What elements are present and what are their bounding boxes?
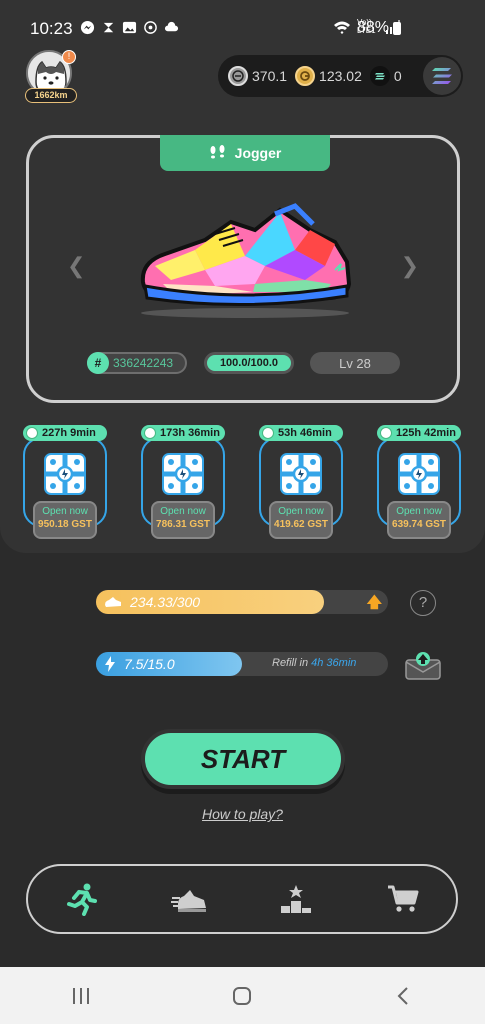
status-notification-icons bbox=[80, 20, 179, 35]
gst-icon bbox=[295, 66, 316, 86]
durability-pill: 100.0/100.0 bbox=[204, 352, 294, 374]
sol-amount: 0 bbox=[393, 68, 402, 84]
open-now-label: Open now bbox=[160, 506, 206, 517]
sneaker-small-icon bbox=[105, 597, 121, 607]
bottom-nav bbox=[26, 864, 458, 934]
clock-icon bbox=[144, 427, 156, 439]
solana-wallet-button[interactable] bbox=[423, 57, 461, 95]
gmt-balance: 370.1 bbox=[228, 66, 287, 86]
mystery-box-icon bbox=[162, 453, 204, 495]
box-timer-label: 173h 36min bbox=[160, 427, 220, 439]
notification-badge: ! bbox=[62, 50, 76, 64]
open-price: 639.74 GST bbox=[392, 519, 446, 530]
mystery-box-4[interactable]: 125h 42min Open now 639.74 GST bbox=[377, 425, 463, 541]
sneaker-type-label: Jogger bbox=[234, 145, 282, 161]
open-now-button[interactable]: Open now 950.18 GST bbox=[33, 501, 97, 539]
refill-time: 4h 36min bbox=[311, 657, 357, 669]
hash-icon: # bbox=[87, 352, 109, 374]
battery-icon bbox=[393, 22, 401, 35]
gallery-icon bbox=[122, 21, 137, 34]
open-price: 419.62 GST bbox=[274, 519, 328, 530]
start-button[interactable]: START bbox=[141, 729, 345, 789]
clock-icon bbox=[26, 427, 38, 439]
solana-icon bbox=[432, 68, 452, 84]
battery-percent: 88% bbox=[356, 19, 389, 36]
open-now-button[interactable]: Open now 639.74 GST bbox=[387, 501, 451, 539]
messenger-icon bbox=[80, 20, 95, 35]
upgrade-arrow-icon[interactable]: 🡅 bbox=[367, 592, 382, 617]
box-timer-label: 53h 46min bbox=[278, 427, 332, 439]
mystery-box-icon bbox=[280, 453, 322, 495]
sneaker-image bbox=[140, 203, 352, 307]
stamina-bar: 7.5/15.0 Refill in 4h 36min bbox=[96, 652, 388, 676]
settings-icon bbox=[144, 21, 157, 34]
box-timer-label: 125h 42min bbox=[396, 427, 456, 439]
recent-apps-icon[interactable] bbox=[61, 986, 101, 1006]
refill-label: Refill in bbox=[272, 657, 309, 669]
home-icon[interactable] bbox=[222, 986, 262, 1006]
open-now-button[interactable]: Open now 786.31 GST bbox=[151, 501, 215, 539]
box-timer: 227h 9min bbox=[23, 425, 107, 441]
box-timer-label: 227h 9min bbox=[42, 427, 96, 439]
mystery-box-1[interactable]: 227h 9min Open now 950.18 GST bbox=[23, 425, 109, 541]
sneaker-type-tab: Jogger bbox=[160, 135, 330, 171]
sneaker-card[interactable]: Jogger ❮ ❯ # 336242243 100.0/100.0 Lv 28 bbox=[26, 135, 460, 403]
open-now-label: Open now bbox=[278, 506, 324, 517]
system-navigation-bar bbox=[0, 967, 485, 1024]
stamina-value: 7.5/15.0 bbox=[124, 656, 175, 672]
stamina-fill: 7.5/15.0 bbox=[96, 652, 242, 676]
mystery-box-icon bbox=[398, 453, 440, 495]
how-to-play-link[interactable]: How to play? bbox=[0, 806, 485, 822]
clock-icon bbox=[262, 427, 274, 439]
open-now-button[interactable]: Open now 419.62 GST bbox=[269, 501, 333, 539]
box-timer: 125h 42min bbox=[377, 425, 461, 441]
help-button[interactable]: ? bbox=[410, 590, 436, 616]
footprints-icon bbox=[209, 144, 227, 162]
mystery-box-2[interactable]: 173h 36min Open now 786.31 GST bbox=[141, 425, 227, 541]
open-now-label: Open now bbox=[396, 506, 442, 517]
gst-amount: 123.02 bbox=[319, 68, 362, 84]
sneaker-icon[interactable] bbox=[169, 879, 209, 919]
level-pill: Lv 28 bbox=[310, 352, 400, 374]
box-timer: 173h 36min bbox=[141, 425, 225, 441]
back-icon[interactable] bbox=[384, 986, 424, 1006]
clock-icon bbox=[380, 427, 392, 439]
distance-badge: 1662km bbox=[25, 88, 77, 103]
energy-value: 234.33/300 bbox=[130, 594, 201, 610]
cloud-icon bbox=[164, 21, 179, 32]
sneaker-id: 336242243 bbox=[113, 356, 174, 370]
energy-fill: 234.33/300 bbox=[96, 590, 324, 614]
stepn-icon bbox=[103, 22, 114, 33]
cart-icon[interactable] bbox=[383, 879, 423, 919]
status-bar: 10:23 Vo)) LTE1 88% bbox=[0, 0, 485, 56]
sol-icon bbox=[369, 66, 390, 86]
run-icon[interactable] bbox=[62, 879, 102, 919]
chevron-right-icon[interactable]: ❯ bbox=[401, 253, 419, 279]
gmt-icon bbox=[228, 66, 248, 86]
leaderboard-icon[interactable] bbox=[276, 879, 316, 919]
energy-bar: 234.33/300 🡅 bbox=[96, 590, 388, 614]
mystery-box-icon bbox=[44, 453, 86, 495]
sol-balance: 0 bbox=[369, 66, 402, 86]
box-timer: 53h 46min bbox=[259, 425, 343, 441]
wifi-icon bbox=[334, 21, 350, 34]
profile-avatar-button[interactable]: ! 1662km bbox=[25, 50, 78, 103]
wallet-balances[interactable]: 370.1 123.02 0 bbox=[218, 55, 463, 97]
open-price: 950.18 GST bbox=[38, 519, 92, 530]
gmt-amount: 370.1 bbox=[252, 68, 288, 84]
mystery-box-3[interactable]: 53h 46min Open now 419.62 GST bbox=[259, 425, 345, 541]
gst-balance: 123.02 bbox=[295, 66, 362, 86]
clock-time: 10:23 bbox=[30, 19, 73, 38]
open-now-label: Open now bbox=[42, 506, 88, 517]
refill-timer: Refill in 4h 36min bbox=[272, 657, 356, 669]
open-price: 786.31 GST bbox=[156, 519, 210, 530]
lightning-icon bbox=[105, 656, 115, 672]
mail-upgrade-icon[interactable] bbox=[404, 650, 442, 680]
chevron-left-icon[interactable]: ❮ bbox=[67, 253, 85, 279]
sneaker-id-pill: # 336242243 bbox=[87, 352, 187, 374]
